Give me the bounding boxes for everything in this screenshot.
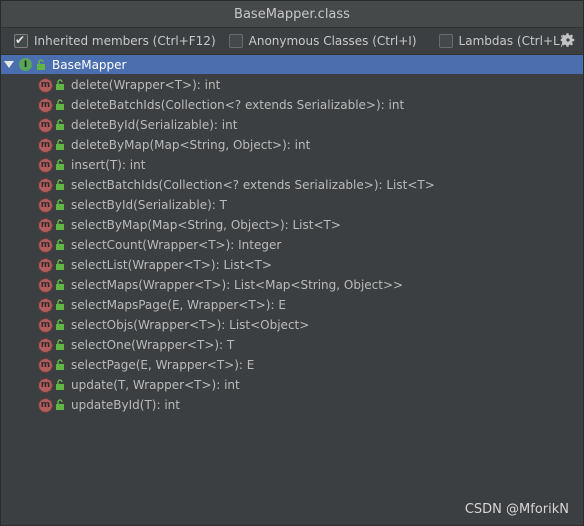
gear-icon[interactable]: [559, 31, 577, 49]
list-item[interactable]: m deleteBatchIds(Collection<? extends Ser…: [38, 95, 405, 115]
lock-icon: [56, 259, 64, 270]
member-label: selectPage(E, Wrapper<T>): E: [71, 358, 255, 372]
member-label: selectObjs(Wrapper<T>): List<Object>: [71, 318, 310, 332]
interface-icon: I: [19, 58, 32, 71]
lock-icon: [56, 399, 64, 410]
popup-title: BaseMapper.class: [234, 6, 350, 22]
tree-root-label: BaseMapper: [52, 57, 127, 72]
list-item[interactable]: m selectBatchIds(Collection<? extends Ser…: [38, 175, 435, 195]
anonymous-classes-option[interactable]: Anonymous Classes (Ctrl+I): [228, 34, 417, 48]
lock-icon: [56, 219, 64, 230]
list-item[interactable]: m selectByMap(Map<String, Object>): List<…: [38, 215, 341, 235]
member-label: selectOne(Wrapper<T>): T: [71, 338, 235, 352]
method-icon: m: [38, 337, 53, 353]
lock-icon: [56, 339, 64, 350]
member-label: deleteById(Serializable): int: [71, 118, 238, 132]
lambdas-checkbox[interactable]: [438, 34, 453, 48]
list-item[interactable]: m selectCount(Wrapper<T>): Integer: [38, 235, 282, 255]
lock-icon: [56, 179, 64, 190]
list-item[interactable]: m selectObjs(Wrapper<T>): List<Object>: [38, 315, 310, 335]
method-icon: m: [38, 177, 53, 193]
list-item[interactable]: m selectList(Wrapper<T>): List<T>: [38, 255, 272, 275]
method-icon: m: [38, 397, 53, 413]
method-icon: m: [38, 217, 53, 233]
member-label: selectById(Serializable): T: [71, 198, 227, 212]
anonymous-classes-label: Anonymous Classes (Ctrl+I): [248, 34, 417, 48]
chevron-down-icon[interactable]: [4, 60, 14, 70]
inherited-members-checkbox[interactable]: ✔: [14, 33, 28, 48]
lock-icon: [56, 279, 64, 290]
list-item[interactable]: m update(T, Wrapper<T>): int: [38, 375, 240, 395]
structure-tree: I BaseMapper m delete(Wrapper<T>): int m de…: [1, 55, 583, 523]
anonymous-classes-checkbox[interactable]: [228, 34, 243, 48]
lock-icon: [37, 58, 45, 70]
inherited-members-label: Inherited members (Ctrl+F12): [34, 34, 216, 48]
lock-icon: [56, 319, 64, 330]
list-item[interactable]: m selectMapsPage(E, Wrapper<T>): E: [38, 295, 286, 315]
method-icon: m: [38, 277, 53, 293]
method-icon: m: [38, 137, 53, 153]
lock-icon: [56, 239, 64, 250]
method-icon: m: [38, 117, 53, 133]
lock-icon: [56, 159, 64, 170]
list-item[interactable]: m deleteByMap(Map<String, Object>): int: [38, 135, 311, 155]
method-icon: m: [38, 297, 53, 313]
list-item[interactable]: m selectPage(E, Wrapper<T>): E: [38, 355, 255, 375]
options-bar: ✔ Inherited members (Ctrl+F12) Anonymous…: [1, 28, 583, 55]
method-icon: m: [38, 357, 53, 373]
method-icon: m: [38, 317, 53, 333]
method-icon: m: [38, 157, 53, 173]
lock-icon: [56, 359, 64, 370]
list-item[interactable]: m selectMaps(Wrapper<T>): List<Map<String…: [38, 275, 404, 295]
method-icon: m: [38, 257, 53, 273]
member-label: selectMapsPage(E, Wrapper<T>): E: [71, 298, 286, 312]
member-label: insert(T): int: [71, 158, 146, 172]
lock-icon: [56, 99, 64, 110]
member-label: deleteByMap(Map<String, Object>): int: [71, 138, 311, 152]
list-item[interactable]: m updateById(T): int: [38, 395, 180, 415]
list-item[interactable]: m deleteById(Serializable): int: [38, 115, 238, 135]
member-label: delete(Wrapper<T>): int: [71, 78, 221, 92]
popup-title-bar: BaseMapper.class: [1, 1, 583, 28]
watermark: CSDN @MforikN: [464, 502, 569, 517]
member-label: selectList(Wrapper<T>): List<T>: [71, 258, 272, 272]
lock-icon: [56, 139, 64, 150]
lock-icon: [56, 299, 64, 310]
member-label: update(T, Wrapper<T>): int: [71, 378, 240, 392]
member-label: selectByMap(Map<String, Object>): List<T…: [71, 218, 341, 232]
lambdas-option[interactable]: Lambdas (Ctrl+L): [438, 34, 565, 48]
list-item[interactable]: m delete(Wrapper<T>): int: [38, 75, 221, 95]
inherited-members-option[interactable]: ✔ Inherited members (Ctrl+F12): [14, 33, 216, 48]
method-icon: m: [38, 197, 53, 213]
list-item[interactable]: m selectOne(Wrapper<T>): T: [38, 335, 235, 355]
member-label: selectMaps(Wrapper<T>): List<Map<String,…: [71, 278, 404, 292]
method-icon: m: [38, 97, 53, 113]
member-label: selectCount(Wrapper<T>): Integer: [71, 238, 282, 252]
lambdas-label: Lambdas (Ctrl+L): [458, 34, 565, 48]
member-label: deleteBatchIds(Collection<? extends Seri…: [71, 98, 405, 112]
method-icon: m: [38, 237, 53, 253]
member-label: selectBatchIds(Collection<? extends Seri…: [71, 178, 435, 192]
check-icon: ✔: [15, 33, 26, 47]
lock-icon: [56, 119, 64, 130]
member-label: updateById(T): int: [71, 398, 180, 412]
tree-root-basemapper[interactable]: I BaseMapper: [1, 55, 583, 74]
lock-icon: [56, 199, 64, 210]
method-icon: m: [38, 377, 53, 393]
lock-icon: [56, 379, 64, 390]
list-item[interactable]: m selectById(Serializable): T: [38, 195, 227, 215]
list-item[interactable]: m insert(T): int: [38, 155, 146, 175]
method-icon: m: [38, 77, 53, 93]
lock-icon: [56, 79, 64, 90]
